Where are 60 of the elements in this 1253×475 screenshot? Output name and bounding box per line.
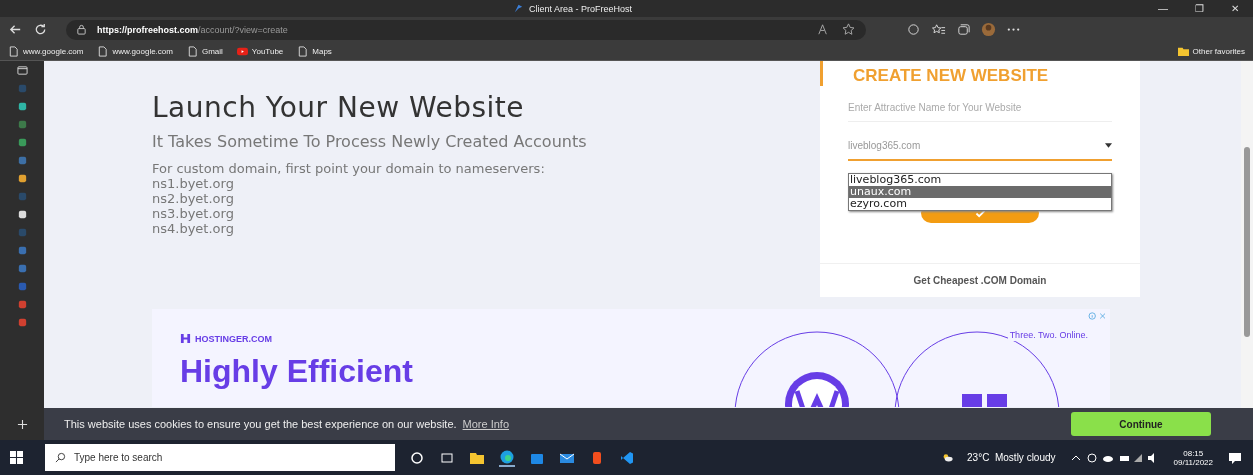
instruction-text: For custom domain, first point your domain to nameservers: [152,161,546,176]
window-control[interactable]: ❐ [1181,3,1217,14]
ad-headline: Highly Efficient [180,354,414,388]
tab-icon[interactable] [16,173,28,184]
more-info-link[interactable]: More Info [462,418,510,430]
favorites-icon[interactable] [931,22,946,37]
page-icon [97,45,109,57]
page-icon [186,45,198,57]
window-control[interactable]: ✕ [1217,3,1253,14]
dropdown-option[interactable]: ezyro.com [849,198,1111,210]
dropdown-option[interactable]: unaux.com [849,186,1111,198]
avatar-icon[interactable] [981,22,996,37]
ad-tagline: Three. Two. Online. [1007,329,1090,341]
continue-button[interactable]: Continue [1071,412,1211,436]
weather-icon[interactable] [942,452,954,463]
page-heading: Launch Your New Website [152,91,526,124]
cheap-domain-link[interactable]: Get Cheapest .COM Domain [820,263,1140,297]
nameserver: ns2.byet.org [152,191,235,206]
play-icon [236,45,248,57]
clock-date[interactable]: 09/11/2022 [1173,457,1213,467]
page-subheading: It Takes Sometime To Process Newly Created Accounts [152,132,588,151]
add-icon[interactable] [16,419,28,430]
folder-icon [1177,45,1189,57]
search-icon [55,452,66,463]
weather-text[interactable]: 23°C Mostly cloudy [967,452,1056,463]
bookmark[interactable]: www.google.com [8,45,84,57]
refresh-icon[interactable] [33,22,48,37]
window-title: Client Area - ProFreeHost [528,3,632,14]
code-editor-icon[interactable] [619,449,635,466]
star-icon[interactable] [841,22,856,37]
dropdown-option[interactable]: liveblog365.com [849,174,1111,186]
page-icon [8,45,19,57]
cookie-text: This website uses cookies to ensure you get the best experience on our website. [64,418,457,430]
edge-icon[interactable] [499,448,515,467]
lock-icon [76,24,87,35]
card-title: CREATE NEW WEBSITE [820,61,1140,86]
window-control[interactable]: — [1145,3,1181,14]
nameserver: ns4.byet.org [152,221,235,236]
caret-icon [1105,143,1112,148]
windows-icon[interactable] [10,451,23,464]
bookmark[interactable]: YouTube [236,45,284,57]
ad-banner[interactable]: HOSTINGER.COM Highly Efficient Three. Two. Online. [152,309,1110,407]
tab-icon[interactable] [16,209,28,220]
tabs-icon[interactable] [16,65,28,76]
clock-time[interactable]: 08:15 [1183,448,1204,458]
bookmark[interactable]: www.google.com [97,45,173,57]
bookmark[interactable]: Maps [297,45,332,57]
nameserver: ns1.byet.org [152,176,235,191]
other-favorites[interactable]: Other favorites [1177,45,1245,57]
page-icon [297,45,309,57]
taskbar-search-field[interactable]: Type here to search [45,444,395,471]
nameserver: ns3.byet.org [152,206,235,221]
logo-icon [180,333,191,344]
url-text: https://profreehost.com/account/?view=create [97,24,288,35]
ad-brand: HOSTINGER.COM [180,333,740,344]
cortana-icon[interactable] [409,449,425,466]
collections-icon[interactable] [956,22,971,37]
tab-icon[interactable] [16,101,28,112]
bookmark[interactable]: Gmail [186,45,223,57]
address-bar[interactable]: https://profreehost.com/account/?view=create [66,19,866,40]
